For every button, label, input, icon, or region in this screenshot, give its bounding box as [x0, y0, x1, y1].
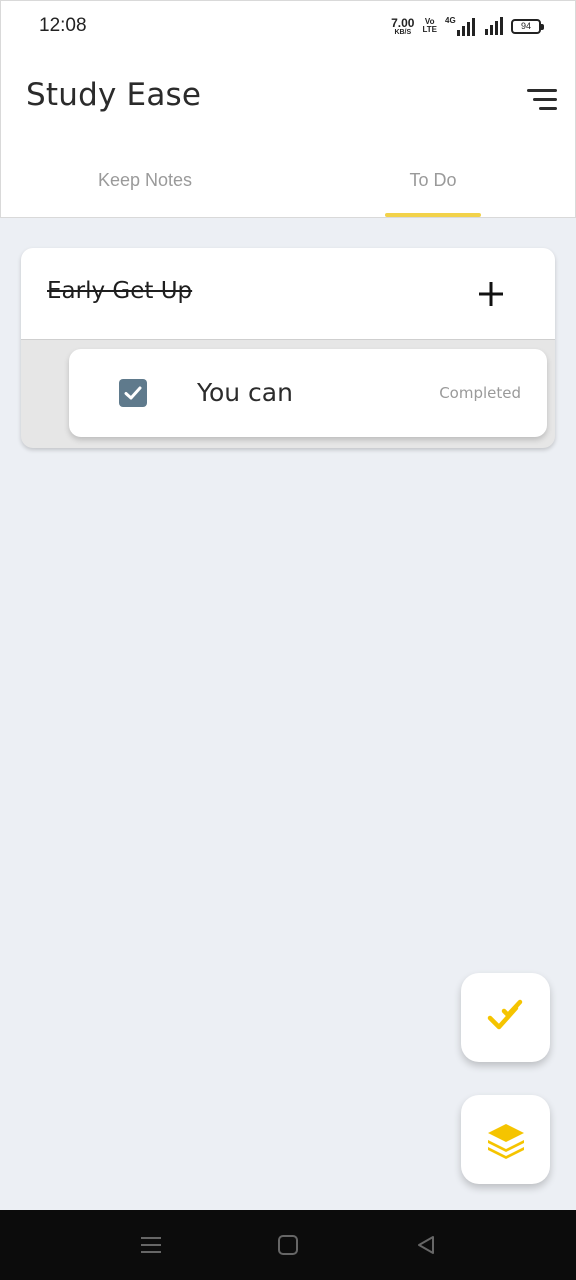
battery-icon: 94: [511, 18, 544, 34]
volte-icon: Vo LTE: [422, 18, 437, 34]
tab-indicator: [385, 213, 481, 217]
signal-bars-2: [485, 17, 503, 35]
status-icons: 7.00 KB/S Vo LTE 4G 94: [391, 15, 544, 37]
network-speed: 7.00 KB/S: [391, 17, 414, 36]
tab-keep-notes[interactable]: Keep Notes: [1, 141, 289, 219]
status-time: 12:08: [39, 15, 87, 36]
battery-percent: 94: [520, 20, 531, 31]
todo-group-card: Early Get Up You can Completed: [21, 248, 555, 448]
app-title: Study Ease: [26, 77, 202, 113]
check-icon: [124, 386, 142, 400]
nav-menu-icon[interactable]: [134, 1228, 168, 1262]
notes-fab-button[interactable]: [461, 1095, 550, 1184]
task-status: Completed: [439, 384, 521, 402]
signal-bars-1: [457, 18, 475, 36]
task-label: You can: [197, 378, 293, 407]
double-check-icon: [487, 999, 522, 1029]
signal-4g-icon: 4G: [445, 16, 477, 36]
todo-group-title: Early Get Up: [47, 278, 193, 304]
network-speed-unit: KB/S: [394, 28, 412, 36]
network-type: 4G: [445, 16, 456, 25]
nav-back-icon[interactable]: [409, 1228, 443, 1262]
app-header: 12:08 7.00 KB/S Vo LTE 4G 94 Study Ease …: [0, 0, 576, 218]
layers-icon: [487, 1123, 524, 1159]
network-speed-value: 7.00: [391, 15, 415, 30]
app-screen: 12:08 7.00 KB/S Vo LTE 4G 94 Study Ease …: [0, 0, 576, 1280]
volte-bottom: LTE: [422, 25, 437, 34]
task-item[interactable]: You can Completed: [69, 349, 547, 437]
plus-icon[interactable]: [473, 276, 509, 312]
menu-lines-icon[interactable]: [517, 81, 557, 117]
tab-to-do[interactable]: To Do: [289, 141, 576, 219]
task-checkbox[interactable]: [119, 379, 147, 407]
tab-bar: Keep Notes To Do: [1, 141, 576, 219]
system-nav-bar: [0, 1210, 576, 1280]
todo-fab-button[interactable]: [461, 973, 550, 1062]
status-bar: 12:08 7.00 KB/S Vo LTE 4G 94: [1, 1, 576, 53]
nav-home-icon[interactable]: [271, 1228, 305, 1262]
todo-group-header[interactable]: Early Get Up: [21, 248, 555, 340]
